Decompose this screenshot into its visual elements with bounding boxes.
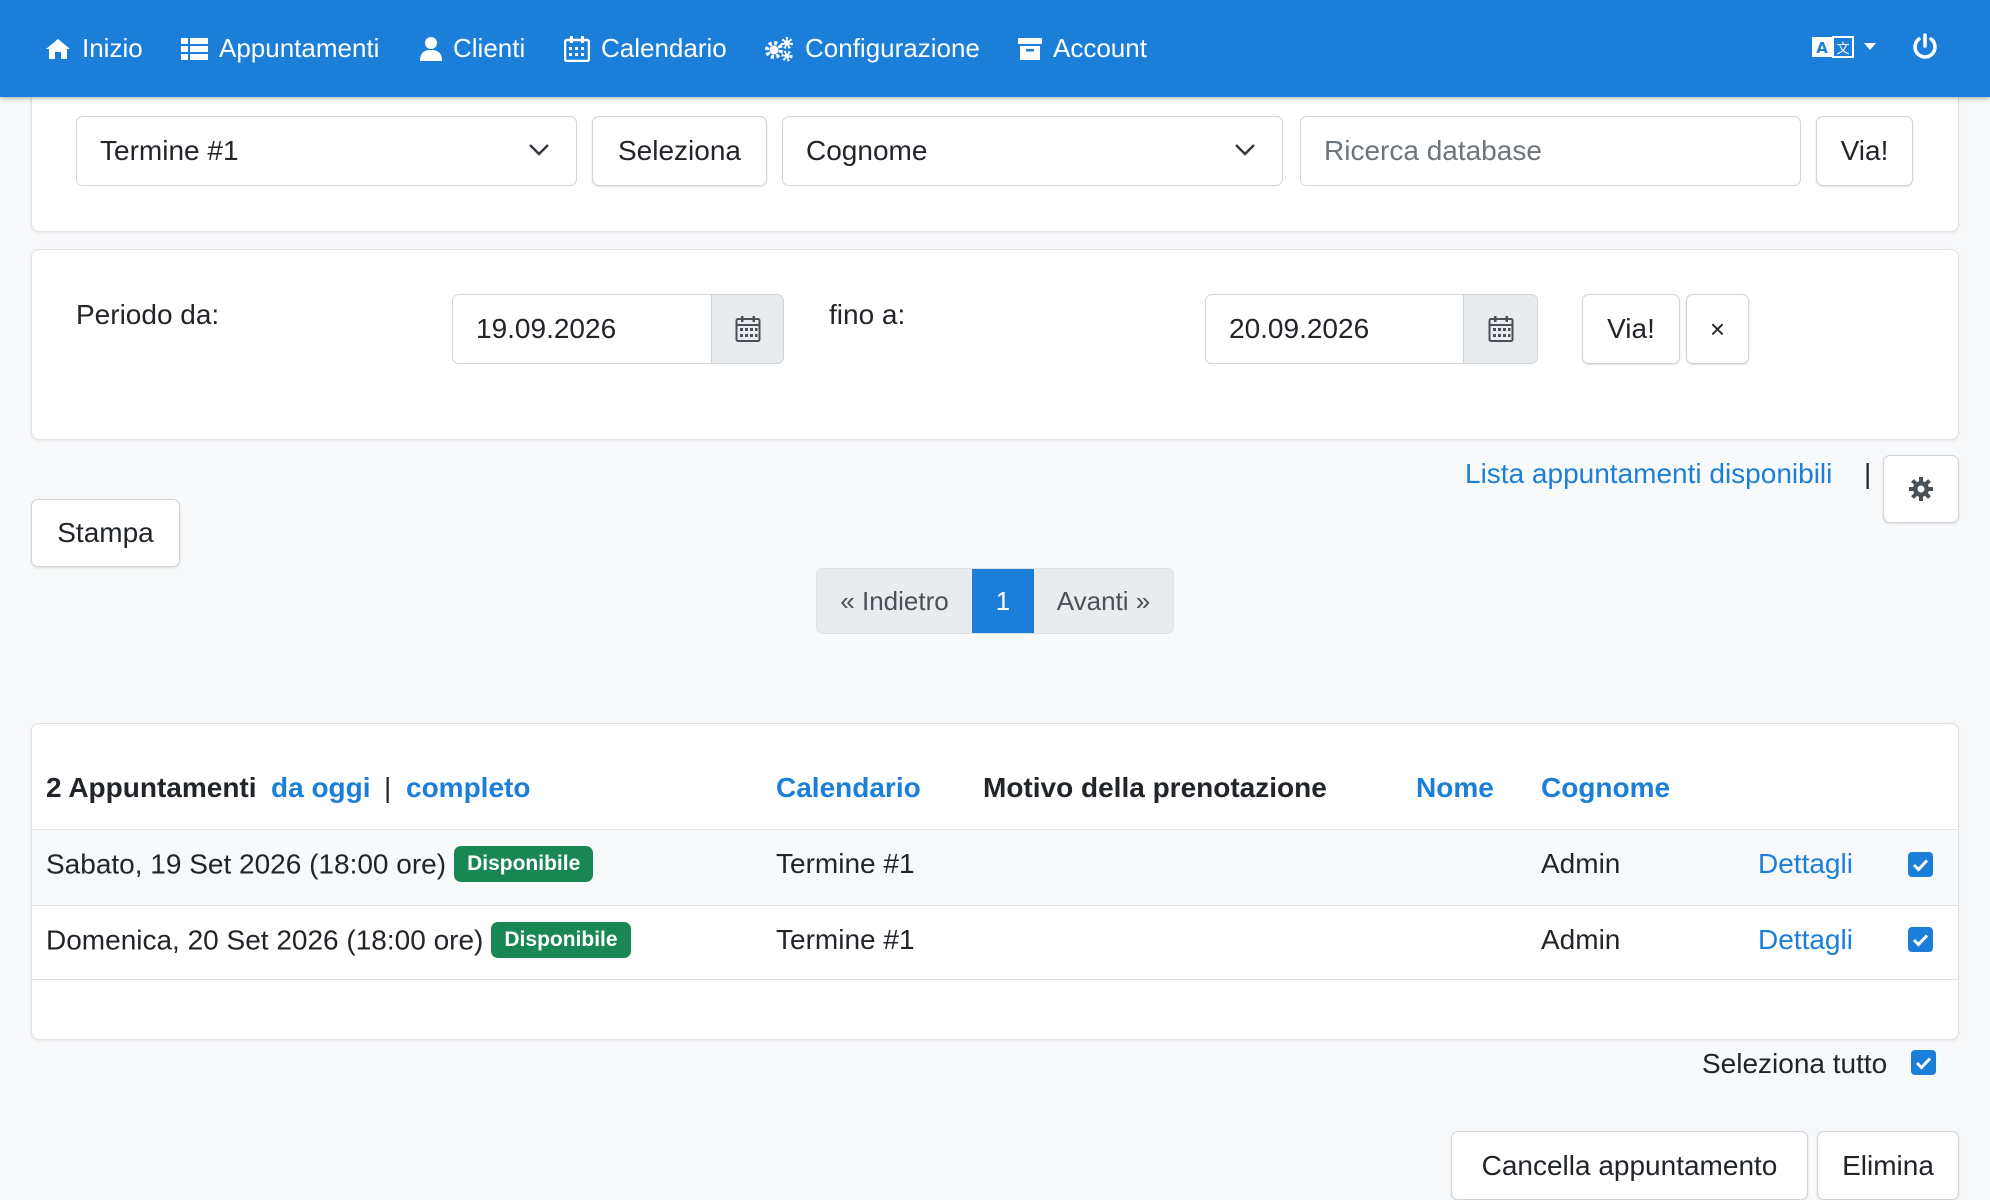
calendar-icon <box>564 35 590 62</box>
nav-account[interactable]: Account <box>1018 0 1147 97</box>
period-go-button[interactable]: Via! <box>1582 294 1680 364</box>
user-icon <box>420 36 442 61</box>
row-checkbox[interactable] <box>1908 927 1933 952</box>
delete-button[interactable]: Elimina <box>1817 1131 1959 1200</box>
translate-icon: A 文 <box>1812 36 1854 58</box>
chevron-down-icon <box>1235 144 1255 156</box>
period-to-label: fino a: <box>829 299 906 330</box>
period-go-label: Via! <box>1607 313 1655 344</box>
search-input[interactable]: Ricerca database <box>1300 116 1801 186</box>
nav-label: Configurazione <box>805 33 980 63</box>
calendar-select[interactable]: Termine #1 <box>76 116 577 186</box>
sort-calendar-header[interactable]: Calendario <box>776 772 921 804</box>
date-from-value: 19.09.2026 <box>476 313 617 344</box>
row-date-cell: Sabato, 19 Set 2026 (18:00 ore) Disponibi… <box>46 846 594 884</box>
date-from-input[interactable]: 19.09.2026 <box>452 294 712 364</box>
close-icon: × <box>1709 313 1726 344</box>
svg-text:A: A <box>1816 39 1828 57</box>
nav-inizio[interactable]: Inizio <box>45 0 143 97</box>
nav-label: Inizio <box>82 33 143 63</box>
language-dropdown[interactable]: A 文 <box>1812 36 1876 58</box>
date-to-value: 20.09.2026 <box>1229 313 1370 344</box>
caret-down-icon <box>1864 43 1876 50</box>
separator: | <box>1864 458 1872 489</box>
gear-icon <box>1909 477 1933 501</box>
list-icon <box>181 37 208 60</box>
check-icon <box>1915 1056 1932 1070</box>
row-date: Domenica, 20 Set 2026 (18:00 ore) <box>46 924 484 956</box>
field-select-value: Cognome <box>806 135 928 166</box>
gears-icon <box>765 36 793 61</box>
row-last-name: Admin <box>1541 924 1621 955</box>
print-button[interactable]: Stampa <box>31 499 180 567</box>
available-appointments-link[interactable]: Lista appuntamenti disponibili <box>1465 458 1832 490</box>
nav-clienti[interactable]: Clienti <box>420 0 525 97</box>
delete-button-label: Elimina <box>1842 1149 1934 1181</box>
nav-label: Calendario <box>601 33 727 63</box>
nav-label: Clienti <box>453 33 526 63</box>
row-calendar: Termine #1 <box>776 848 915 879</box>
power-icon[interactable] <box>1912 33 1938 61</box>
date-to-input[interactable]: 20.09.2026 <box>1205 294 1464 364</box>
nav-label: Appuntamenti <box>219 33 380 63</box>
print-button-label: Stampa <box>57 517 154 548</box>
chevron-down-icon <box>529 144 549 156</box>
pagination-prev[interactable]: « Indietro <box>817 569 972 633</box>
nav-calendario[interactable]: Calendario <box>564 0 727 97</box>
select-button[interactable]: Seleziona <box>592 116 767 186</box>
count-label: 2 Appuntamenti <box>46 772 257 803</box>
row-date: Sabato, 19 Set 2026 (18:00 ore) <box>46 848 447 880</box>
nav-appuntamenti[interactable]: Appuntamenti <box>181 0 379 97</box>
reason-header: Motivo della prenotazione <box>983 772 1327 803</box>
search-go-button[interactable]: Via! <box>1816 116 1913 186</box>
top-navbar: Inizio Appuntamenti Clienti Calendario C… <box>0 0 1990 97</box>
row-calendar: Termine #1 <box>776 924 915 955</box>
sort-last-name-header[interactable]: Cognome <box>1541 772 1670 804</box>
check-icon <box>1912 933 1929 947</box>
status-badge: Disponibile <box>454 846 594 882</box>
period-from-label: Periodo da: <box>76 299 220 330</box>
nav-label: Account <box>1053 33 1147 63</box>
filter-complete-link[interactable]: completo <box>406 772 530 804</box>
pagination-page-1[interactable]: 1 <box>972 569 1034 633</box>
select-all-checkbox[interactable] <box>1911 1050 1936 1075</box>
cancel-appointment-button[interactable]: Cancella appuntamento <box>1451 1131 1808 1200</box>
calendar-select-value: Termine #1 <box>100 135 239 166</box>
sort-first-name-header[interactable]: Nome <box>1416 772 1494 804</box>
settings-button[interactable] <box>1883 455 1959 523</box>
select-button-label: Seleziona <box>618 135 741 166</box>
nav-configurazione[interactable]: Configurazione <box>764 0 980 97</box>
cancel-appointment-label: Cancella appuntamento <box>1481 1149 1778 1181</box>
search-go-label: Via! <box>1840 135 1889 166</box>
status-badge: Disponibile <box>491 922 631 958</box>
pagination-next[interactable]: Avanti » <box>1034 569 1173 633</box>
home-icon <box>46 38 70 59</box>
row-details-link[interactable]: Dettagli <box>1758 924 1853 956</box>
calendar-icon <box>1488 316 1513 342</box>
filter-separator: | <box>384 772 392 803</box>
svg-text:文: 文 <box>1836 42 1849 57</box>
check-icon <box>1912 858 1929 872</box>
filter-from-today-link[interactable]: da oggi <box>271 772 371 804</box>
archive-icon <box>1018 37 1042 60</box>
row-last-name: Admin <box>1541 848 1621 879</box>
row-details-link[interactable]: Dettagli <box>1758 848 1853 880</box>
pagination: « Indietro 1 Avanti » <box>816 568 1174 634</box>
row-checkbox[interactable] <box>1908 852 1933 877</box>
row-date-cell: Domenica, 20 Set 2026 (18:00 ore) Disponi… <box>46 922 631 960</box>
date-to-calendar-button[interactable] <box>1463 294 1538 364</box>
calendar-icon <box>735 316 760 342</box>
select-all-label: Seleziona tutto <box>1702 1048 1888 1079</box>
date-from-calendar-button[interactable] <box>711 294 784 364</box>
search-placeholder: Ricerca database <box>1324 135 1542 166</box>
field-select[interactable]: Cognome <box>782 116 1283 186</box>
period-clear-button[interactable]: × <box>1686 294 1749 364</box>
